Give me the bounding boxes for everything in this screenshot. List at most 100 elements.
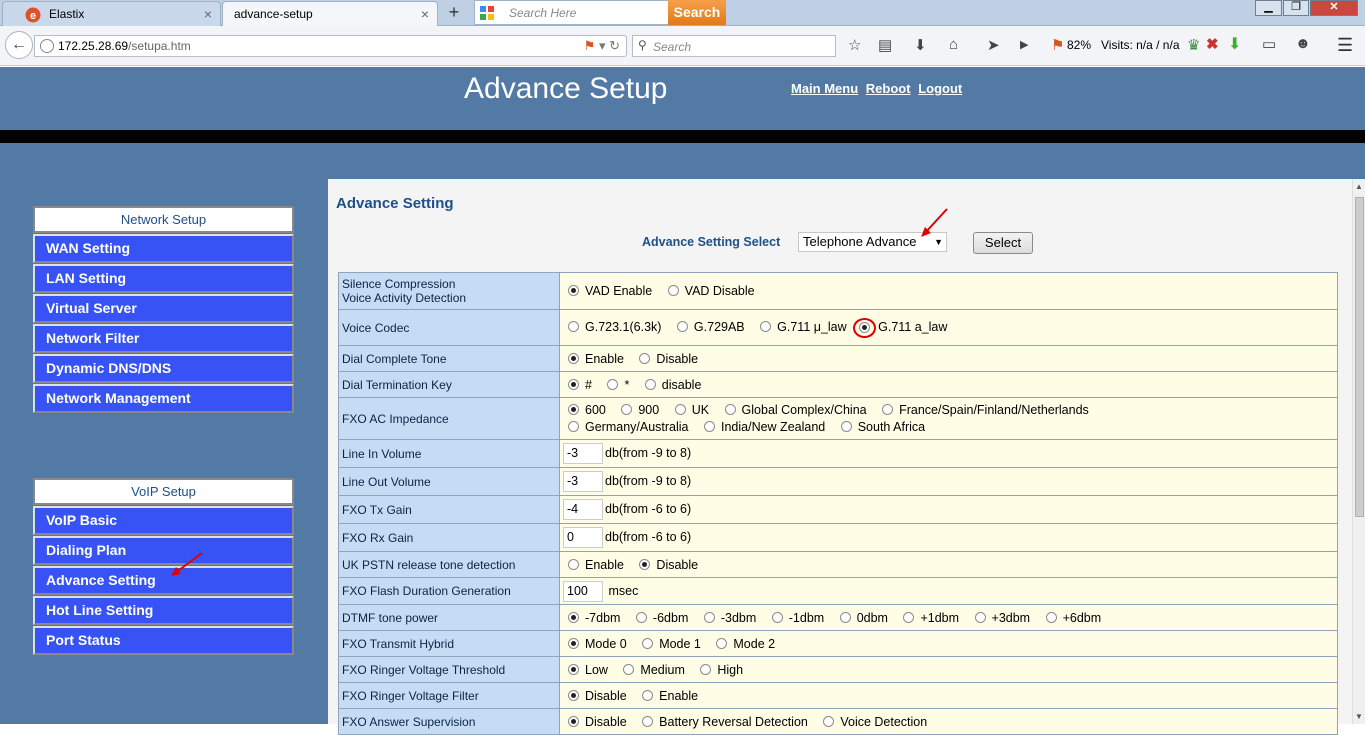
close-tab-icon[interactable]: × xyxy=(204,3,212,25)
radio-disable[interactable] xyxy=(568,715,579,727)
sidebar-item-voip-basic[interactable]: VoIP Basic xyxy=(33,506,294,535)
sidebar-item-wan-setting[interactable]: WAN Setting xyxy=(33,234,294,263)
sidebar-item-network-filter[interactable]: Network Filter xyxy=(33,324,294,353)
radio-mode-0[interactable] xyxy=(568,637,579,649)
elastix-icon: e xyxy=(25,7,41,23)
sidebar-item-lan-setting[interactable]: LAN Setting xyxy=(33,264,294,293)
block-icon[interactable]: ✖ xyxy=(1206,35,1219,53)
radio-hash[interactable] xyxy=(568,378,579,390)
reading-list-icon[interactable]: ▤ xyxy=(878,36,892,54)
sidebar-item-advance-setting[interactable]: Advance Setting xyxy=(33,566,294,595)
radio-enable[interactable] xyxy=(568,558,579,570)
address-bar[interactable]: 172.25.28.69/setupa.htm ⚑ ▾ ↻ xyxy=(34,35,627,57)
flag-icon[interactable]: ⚑ xyxy=(584,38,596,53)
radio-dtmf[interactable] xyxy=(1045,611,1057,623)
scrollbar-thumb[interactable] xyxy=(1355,197,1364,517)
radio-g711-alaw[interactable] xyxy=(859,321,871,333)
sidebar-item-dialing-plan[interactable]: Dialing Plan xyxy=(33,536,294,565)
radio-disable[interactable] xyxy=(639,558,651,570)
row-label: FXO Transmit Hybrid xyxy=(338,630,560,657)
addon-icon[interactable]: ♛ xyxy=(1187,36,1200,54)
sidebar-item-network-management[interactable]: Network Management xyxy=(33,384,294,413)
window-icon[interactable]: ▭ xyxy=(1262,35,1276,53)
sidebar-item-dynamic-dns[interactable]: Dynamic DNS/DNS xyxy=(33,354,294,383)
radio-disable[interactable] xyxy=(568,689,579,701)
close-window-icon[interactable]: ✕ xyxy=(1310,0,1358,16)
radio-600[interactable] xyxy=(568,404,579,415)
smiley-icon[interactable]: ☻ xyxy=(1295,35,1311,52)
page-title: Advance Setup xyxy=(464,72,668,105)
sidebar-item-port-status[interactable]: Port Status xyxy=(33,626,294,655)
radio-vad-enable[interactable] xyxy=(568,285,579,296)
radio-germany[interactable] xyxy=(568,421,579,432)
radio-disable[interactable] xyxy=(644,378,656,390)
radio-g729ab[interactable] xyxy=(676,320,688,332)
settings-table: Silence Compression Voice Activity Detect… xyxy=(338,272,1338,735)
toolbar-search-box[interactable]: Search Here xyxy=(474,0,670,25)
back-icon[interactable]: ← xyxy=(5,31,33,59)
radio-dtmf[interactable] xyxy=(568,611,579,623)
fxo-tx-gain-input[interactable]: -4 xyxy=(563,499,603,520)
main-menu-link[interactable]: Main Menu xyxy=(791,81,858,96)
tab-elastix[interactable]: e Elastix × xyxy=(2,1,221,26)
option-label: Enable xyxy=(585,351,624,366)
radio-disable[interactable] xyxy=(639,352,651,364)
scroll-down-icon[interactable]: ▼ xyxy=(1355,712,1363,721)
radio-mode-2[interactable] xyxy=(716,637,728,649)
hamburger-menu-icon[interactable]: ☰ xyxy=(1337,35,1353,56)
reboot-link[interactable]: Reboot xyxy=(866,81,911,96)
radio-vad-disable[interactable] xyxy=(667,285,679,296)
reload-icon[interactable]: ↻ xyxy=(609,38,620,53)
row-label: Dial Termination Key xyxy=(338,371,560,398)
home-icon[interactable]: ⌂ xyxy=(949,36,958,53)
download-icon[interactable]: ⬇ xyxy=(914,36,927,54)
logout-link[interactable]: Logout xyxy=(918,81,962,96)
radio-high[interactable] xyxy=(700,663,712,675)
send-icon[interactable]: ➤ xyxy=(987,36,1000,54)
line-out-volume-input[interactable]: -3 xyxy=(563,471,603,492)
radio-uk[interactable] xyxy=(674,404,686,415)
radio-dtmf[interactable] xyxy=(839,611,851,623)
flag-addon-icon[interactable]: ⚑ xyxy=(1051,36,1064,54)
fxo-rx-gain-input[interactable]: 0 xyxy=(563,527,603,548)
line-in-volume-input[interactable]: -3 xyxy=(563,443,603,464)
minimize-icon[interactable]: ▁ xyxy=(1255,0,1282,16)
select-button[interactable]: Select xyxy=(973,232,1033,254)
tab-advance-setup[interactable]: advance-setup × xyxy=(222,1,438,26)
radio-low[interactable] xyxy=(568,663,579,675)
radio-global-complex[interactable] xyxy=(724,404,736,415)
radio-star[interactable] xyxy=(607,378,619,390)
radio-g7231[interactable] xyxy=(568,320,579,332)
radio-dtmf[interactable] xyxy=(703,611,715,623)
green-download-icon[interactable]: ⬇ xyxy=(1228,34,1241,54)
radio-battery-reversal[interactable] xyxy=(642,715,654,727)
radio-dtmf[interactable] xyxy=(771,611,783,623)
radio-900[interactable] xyxy=(621,404,633,415)
radio-south-africa[interactable] xyxy=(840,421,852,432)
radio-france[interactable] xyxy=(882,404,894,415)
scroll-up-icon[interactable]: ▲ xyxy=(1355,182,1363,191)
bookmark-star-icon[interactable]: ☆ xyxy=(848,36,861,54)
toolbar-search-button[interactable]: Search xyxy=(668,0,726,25)
radio-voice-detection[interactable] xyxy=(823,715,835,727)
search-input[interactable]: ⚲ Search xyxy=(632,35,836,57)
row-label: FXO Ringer Voltage Filter xyxy=(338,682,560,709)
sidebar-item-virtual-server[interactable]: Virtual Server xyxy=(33,294,294,323)
radio-india[interactable] xyxy=(704,421,715,432)
flash-duration-input[interactable]: 100 xyxy=(563,580,603,602)
maximize-icon[interactable]: ❐ xyxy=(1283,0,1309,16)
new-tab-button[interactable]: + xyxy=(441,2,467,24)
radio-dtmf[interactable] xyxy=(974,611,986,623)
dropdown-icon[interactable]: ▾ xyxy=(599,38,606,53)
radio-enable[interactable] xyxy=(568,352,579,364)
radio-enable[interactable] xyxy=(642,689,654,701)
radio-dtmf[interactable] xyxy=(635,611,647,623)
radio-dtmf[interactable] xyxy=(903,611,915,623)
close-tab-icon[interactable]: × xyxy=(421,3,429,25)
radio-g711-ulaw[interactable] xyxy=(760,320,772,332)
youtube-icon[interactable]: ▶ xyxy=(1020,38,1028,51)
radio-mode-1[interactable] xyxy=(642,637,654,649)
page-scrollbar[interactable]: ▲ ▼ xyxy=(1352,179,1365,724)
radio-medium[interactable] xyxy=(623,663,635,675)
sidebar-item-hot-line-setting[interactable]: Hot Line Setting xyxy=(33,596,294,625)
